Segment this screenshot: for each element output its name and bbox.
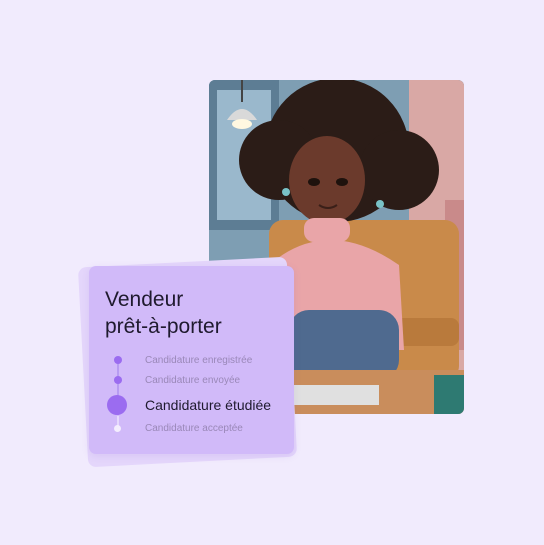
step-label-accepted: Candidature acceptée (145, 423, 243, 434)
step-label-sent: Candidature envoyée (145, 375, 241, 386)
step-label-reviewed: Candidature étudiée (145, 397, 272, 413)
step-dot-accepted (114, 425, 121, 432)
step-dot-reviewed (107, 395, 127, 415)
step-dot-sent (114, 376, 122, 384)
application-status-card: Vendeur prêt-à-porter Candidature enregi… (89, 266, 294, 454)
application-steps: Candidature enregistrée Candidature envo… (89, 266, 294, 454)
step-dot-registered (114, 356, 122, 364)
step-label-registered: Candidature enregistrée (145, 355, 253, 366)
